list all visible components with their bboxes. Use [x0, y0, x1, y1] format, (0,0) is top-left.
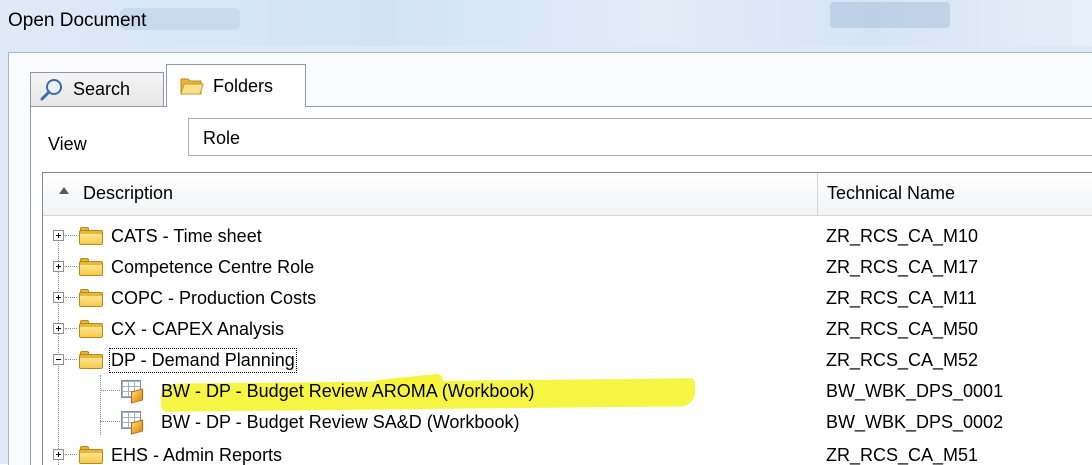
row-technical-name: ZR_RCS_CA_M52 [826, 350, 979, 370]
tab-search[interactable]: Search [30, 72, 164, 106]
document-tree-list[interactable]: Description Technical Name CATS - Time s… [42, 172, 1092, 465]
column-header-description-label: Description [83, 183, 174, 203]
view-value: Role [203, 128, 241, 148]
row-description: CX - CAPEX Analysis [111, 319, 285, 339]
window-title: Open Document [8, 10, 147, 31]
expand-plus-icon[interactable] [53, 449, 64, 460]
expand-plus-icon[interactable] [53, 261, 64, 272]
tab-search-label: Search [73, 79, 131, 99]
row-description: CATS - Time sheet [111, 226, 262, 246]
row-description: Competence Centre Role [111, 257, 315, 277]
tab-folders-label: Folders [213, 75, 274, 96]
tree-row[interactable]: Competence Centre Role ZR_RCS_CA_M17 [43, 253, 1092, 284]
folder-open-icon [180, 78, 204, 95]
tree-line [100, 390, 120, 392]
folder-icon [79, 351, 103, 369]
row-description: BW - DP - Budget Review AROMA (Workbook) [161, 381, 535, 401]
column-header-description[interactable]: Description [43, 173, 818, 215]
row-description: EHS - Admin Reports [111, 445, 283, 465]
tree-line [65, 266, 77, 268]
row-technical-name: BW_WBK_DPS_0001 [826, 381, 1004, 401]
tree-row[interactable]: BW - DP - Budget Review AROMA (Workbook)… [43, 373, 1092, 412]
tree-row[interactable]: COPC - Production Costs ZR_RCS_CA_M11 [43, 284, 1092, 315]
search-icon [40, 78, 62, 100]
workbook-icon [121, 411, 145, 435]
row-description: COPC - Production Costs [111, 288, 317, 308]
row-technical-name: ZR_RCS_CA_M10 [826, 226, 979, 246]
background-blur [830, 2, 950, 28]
folder-icon [79, 446, 103, 464]
tree-line [65, 328, 77, 330]
row-description: BW - DP - Budget Review SA&D (Workbook) [161, 412, 520, 432]
tree-line [100, 421, 120, 423]
row-description: DP - Demand Planning [109, 348, 297, 373]
folder-icon [79, 227, 103, 245]
column-header-technical-name-label: Technical Name [827, 183, 956, 203]
view-select[interactable]: Role [188, 118, 1092, 156]
tree-line [65, 454, 77, 456]
view-label: View [48, 134, 87, 154]
tree-line [65, 235, 77, 237]
tree-row[interactable]: CX - CAPEX Analysis ZR_RCS_CA_M50 [43, 315, 1092, 346]
tree-row[interactable]: CATS - Time sheet ZR_RCS_CA_M10 [43, 222, 1092, 253]
folder-icon [79, 289, 103, 307]
row-technical-name: BW_WBK_DPS_0002 [826, 412, 1004, 432]
folder-icon [79, 320, 103, 338]
folder-icon [79, 258, 103, 276]
tree-line [65, 359, 77, 361]
collapse-minus-icon[interactable] [53, 354, 64, 365]
tab-folders[interactable]: Folders [166, 64, 306, 107]
expand-plus-icon[interactable] [53, 230, 64, 241]
tree-row[interactable]: DP - Demand Planning ZR_RCS_CA_M52 [43, 346, 1092, 377]
column-header-technical-name[interactable]: Technical Name [818, 173, 1092, 215]
row-technical-name: ZR_RCS_CA_M51 [826, 445, 979, 465]
list-header: Description Technical Name [43, 173, 1092, 216]
sort-ascending-icon [59, 187, 69, 194]
row-technical-name: ZR_RCS_CA_M11 [826, 288, 977, 308]
expand-plus-icon[interactable] [53, 292, 64, 303]
title-bar: Open Document [0, 0, 1092, 46]
tree-row[interactable]: BW - DP - Budget Review SA&D (Workbook) … [43, 408, 1092, 439]
row-technical-name: ZR_RCS_CA_M50 [826, 319, 979, 339]
tree-line [65, 297, 77, 299]
row-technical-name: ZR_RCS_CA_M17 [826, 257, 979, 277]
workbook-icon [121, 380, 145, 404]
tree-row[interactable]: EHS - Admin Reports ZR_RCS_CA_M51 [43, 441, 1092, 465]
expand-plus-icon[interactable] [53, 323, 64, 334]
